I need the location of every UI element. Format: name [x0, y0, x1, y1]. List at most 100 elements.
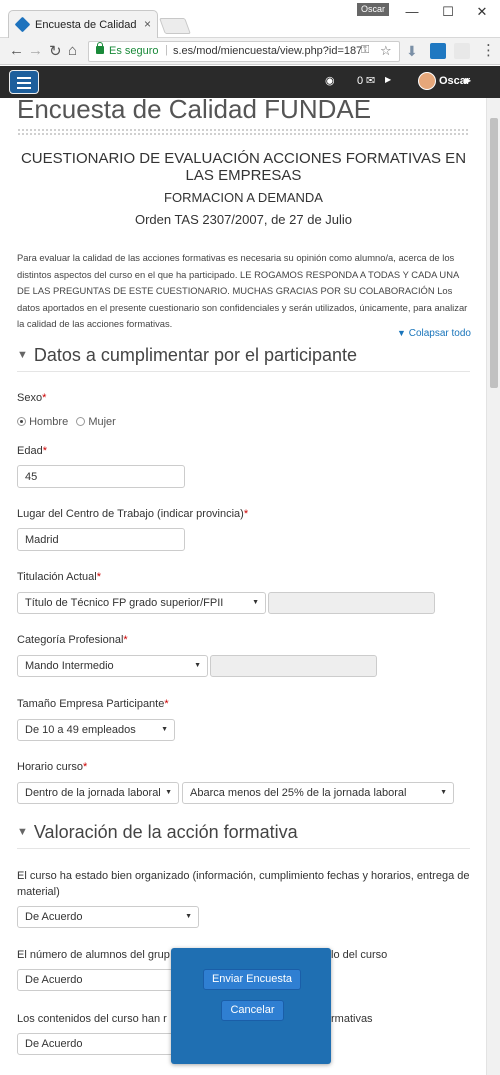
survey-subheading: FORMACION A DEMANDA [164, 190, 323, 205]
titulacion-value: Título de Técnico FP grado superior/FPII [25, 597, 224, 609]
user-menu-caret-icon[interactable]: ▶ [465, 76, 471, 85]
required-mark: * [243, 508, 249, 520]
address-bar[interactable]: Es seguro | s.es/mod/miencuesta/view.php… [88, 41, 400, 62]
title-divider [17, 128, 470, 135]
categoria-select[interactable]: Mando Intermedio ▼ [17, 655, 208, 677]
page-scrollbar[interactable] [486, 98, 500, 1075]
titulacion-label: Titulación Actual* [17, 571, 101, 583]
question-1-value: De Acuerdo [25, 911, 83, 923]
avatar[interactable] [418, 72, 436, 90]
message-count: 0 [357, 75, 364, 87]
site-favicon-icon [14, 16, 31, 33]
question-3-text-left: Los contenidos del curso han r [17, 1013, 167, 1025]
required-mark: * [123, 634, 128, 646]
required-mark: * [42, 445, 47, 457]
tamano-select[interactable]: De 10 a 49 empleados ▼ [17, 719, 175, 741]
browser-profile-chip[interactable]: Oscar [357, 3, 389, 16]
required-mark: * [83, 761, 88, 773]
reload-icon[interactable]: ↻ [49, 42, 62, 60]
cancel-button[interactable]: Cancelar [221, 1000, 284, 1021]
required-mark: * [96, 571, 101, 583]
question-2-text-left: El número de alumnos del grup [17, 949, 170, 961]
radio-mujer-label: Mujer [88, 416, 116, 428]
page-title: Encuesta de Calidad FUNDAE [17, 94, 372, 124]
browser-tab[interactable]: Encuesta de Calidad FUNDAE × [8, 10, 158, 38]
question-3-value: De Acuerdo [25, 1038, 83, 1050]
submit-survey-button[interactable]: Enviar Encuesta [203, 969, 301, 990]
horario-porcentaje-value: Abarca menos del 25% de la jornada labor… [190, 787, 407, 799]
sexo-radio-group: Hombre Mujer [17, 416, 116, 428]
minimize-icon[interactable]: — [402, 4, 422, 19]
lugar-field[interactable]: Madrid [17, 528, 185, 551]
lugar-label-text: Lugar del Centro de Trabajo (indicar pro… [17, 508, 244, 520]
section-valoracion-header[interactable]: ▼ Valoración de la acción formativa [17, 822, 470, 849]
floating-action-panel: Enviar Encuesta Cancelar [171, 948, 331, 1064]
horario-label: Horario curso* [17, 761, 87, 773]
section-valoracion-title: Valoración de la acción formativa [33, 822, 298, 842]
lugar-label: Lugar del Centro de Trabajo (indicar pro… [17, 508, 248, 520]
chevron-down-icon: ▼ [252, 599, 259, 606]
tab-close-icon[interactable]: × [144, 17, 151, 31]
maximize-icon[interactable]: ☐ [438, 4, 458, 20]
url-separator: | [165, 44, 168, 56]
scrollbar-thumb[interactable] [490, 118, 498, 388]
new-tab-button[interactable] [159, 18, 191, 34]
notification-icon[interactable]: ◉ [325, 74, 335, 87]
edad-label-text: Edad [17, 445, 43, 457]
chevron-down-icon: ▼ [194, 662, 201, 669]
edad-field[interactable]: 45 [17, 465, 185, 488]
mail-icon[interactable]: ✉ [366, 74, 375, 87]
lock-icon [96, 42, 104, 54]
section-toggle-icon: ▼ [17, 349, 28, 361]
browser-titlebar: Encuesta de Calidad FUNDAE × Oscar — ☐ ✕ [0, 0, 500, 38]
forward-icon[interactable]: → [28, 42, 43, 59]
survey-order: Orden TAS 2307/2007, de 27 de Julio [134, 212, 353, 227]
chevron-down-icon: ▼ [161, 726, 168, 733]
menu-dots-icon[interactable]: ⋮ [481, 41, 496, 59]
chevron-down-icon: ▼ [185, 913, 192, 920]
horario-select[interactable]: Dentro de la jornada laboral ▼ [17, 782, 179, 804]
question-1-text: El curso ha estado bien organizado (info… [17, 870, 470, 898]
horario-porcentaje-select[interactable]: Abarca menos del 25% de la jornada labor… [182, 782, 454, 804]
required-mark: * [42, 392, 47, 404]
secure-label: Es seguro [109, 45, 159, 57]
radio-mujer[interactable] [76, 417, 86, 426]
tamano-label: Tamaño Empresa Participante* [17, 698, 169, 710]
section-toggle-icon: ▼ [17, 826, 28, 838]
back-icon[interactable]: ← [9, 42, 24, 59]
collapse-triangle-icon: ▼ [397, 328, 406, 338]
sexo-label: Sexo* [17, 392, 46, 404]
categoria-other-field [210, 655, 377, 677]
tamano-label-text: Tamaño Empresa Participante [17, 698, 165, 710]
titulacion-select[interactable]: Título de Técnico FP grado superior/FPII… [17, 592, 266, 614]
chevron-down-icon: ▼ [440, 789, 447, 796]
radio-hombre[interactable] [17, 417, 26, 426]
close-window-icon[interactable]: ✕ [472, 4, 492, 20]
tab-title: Encuesta de Calidad FUNDAE [35, 19, 139, 31]
extension-s-icon[interactable] [430, 43, 446, 59]
edad-label: Edad* [17, 445, 47, 457]
question-2-value: De Acuerdo [25, 974, 83, 986]
url-text[interactable]: s.es/mod/miencuesta/view.php?id=187 [173, 45, 362, 57]
horario-label-text: Horario curso [17, 761, 84, 773]
categoria-value: Mando Intermedio [25, 660, 114, 672]
categoria-label: Categoría Profesional* [17, 634, 128, 646]
key-icon[interactable]: ⚿ [361, 44, 369, 57]
section-participant-header[interactable]: ▼ Datos a cumplimentar por el participant… [17, 345, 470, 372]
chevron-down-icon: ▼ [165, 789, 172, 796]
hamburger-menu-button[interactable] [9, 70, 39, 94]
survey-heading: CUESTIONARIO DE EVALUACIÓN ACCIONES FORM… [20, 150, 467, 184]
collapse-all-label: Colapsar todo [408, 328, 471, 339]
collapse-all-link[interactable]: ▼ Colapsar todo [397, 328, 471, 339]
star-icon[interactable]: ☆ [380, 43, 392, 59]
radio-hombre-label: Hombre [29, 416, 69, 428]
home-icon[interactable]: ⌂ [68, 42, 77, 59]
horario-value: Dentro de la jornada laboral [25, 787, 161, 799]
extension-m-icon[interactable] [454, 43, 470, 59]
tamano-value: De 10 a 49 empleados [25, 724, 136, 736]
messages-caret-icon[interactable]: ▶ [385, 75, 391, 84]
question-3-text-right: rmativas [331, 1013, 373, 1025]
titulacion-label-text: Titulación Actual [17, 571, 97, 583]
question-1-select[interactable]: De Acuerdo ▼ [17, 906, 199, 928]
download-icon[interactable]: ⬇ [406, 43, 422, 59]
